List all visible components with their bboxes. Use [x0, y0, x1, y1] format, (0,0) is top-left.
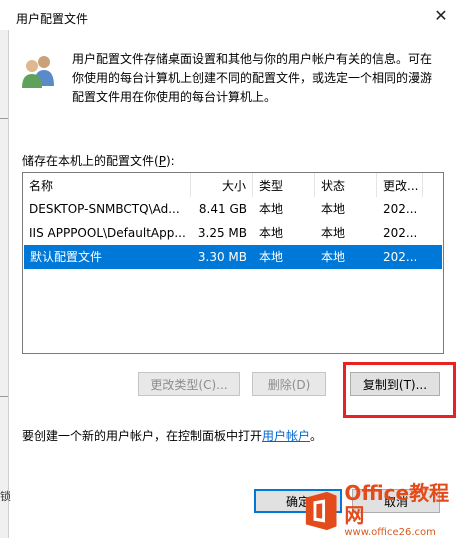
watermark: Office教程网 www.office26.com — [300, 481, 464, 538]
column-header-size[interactable]: 大小 — [191, 173, 253, 197]
row-name: DESKTOP-SNMBCTQ\Ad... — [29, 202, 180, 216]
office-logo-icon — [305, 491, 337, 531]
row-size: 3.30 MB — [197, 250, 247, 264]
column-header-status[interactable]: 状态 — [315, 173, 377, 197]
profiles-list[interactable]: 名称 大小 类型 状态 更改... DESKTOP-SNMBCTQ\Ad... … — [22, 172, 444, 354]
row-name: IIS APPPOOL\DefaultApp... — [29, 226, 186, 240]
row-modified: 202... — [383, 202, 418, 216]
row-modified: 202... — [383, 226, 418, 240]
row-name: 默认配置文件 — [30, 250, 103, 264]
create-account-text: 要创建一个新的用户帐户，在控制面板中打开用户帐户。 — [22, 429, 323, 443]
close-icon: ✕ — [434, 5, 448, 25]
row-size: 8.41 GB — [198, 202, 247, 216]
profiles-label: 储存在本机上的配置文件(P): — [22, 154, 175, 168]
row-modified: 202... — [383, 250, 418, 264]
row-size: 3.25 MB — [197, 226, 247, 240]
row-type: 本地 — [259, 226, 284, 240]
highlight-box — [343, 362, 456, 418]
row-status: 本地 — [321, 226, 346, 240]
column-header-name[interactable]: 名称 — [23, 173, 191, 197]
user-accounts-link[interactable]: 用户帐户 — [262, 429, 310, 443]
users-icon — [22, 56, 54, 88]
close-button[interactable]: ✕ — [418, 0, 464, 30]
background-window-strip: 锁 — [0, 30, 11, 538]
strip-divider — [0, 118, 8, 119]
column-header-modified[interactable]: 更改... — [377, 173, 423, 197]
watermark-title: Office教程网 — [344, 481, 450, 527]
strip-glyph: 锁 — [0, 490, 11, 503]
table-row[interactable]: IIS APPPOOL\DefaultApp... 3.25 MB 本地 本地 … — [23, 221, 443, 245]
delete-button[interactable]: 删除(D) — [252, 372, 326, 396]
table-row[interactable]: DESKTOP-SNMBCTQ\Ad... 8.41 GB 本地 本地 202.… — [23, 197, 443, 221]
column-header-type[interactable]: 类型 — [253, 173, 315, 197]
row-status: 本地 — [321, 250, 346, 264]
list-header: 名称 大小 类型 状态 更改... — [23, 173, 443, 197]
info-text: 用户配置文件存储桌面设置和其他与你的用户帐户有关的信息。可在你使用的每台计算机上… — [72, 52, 433, 104]
change-type-button[interactable]: 更改类型(C)... — [138, 372, 240, 396]
row-type: 本地 — [259, 250, 284, 264]
table-row-selected[interactable]: 默认配置文件 3.30 MB 本地 本地 202... — [24, 245, 442, 269]
strip-divider — [0, 396, 8, 397]
row-status: 本地 — [321, 202, 346, 216]
window-title: 用户配置文件 — [16, 12, 89, 26]
row-type: 本地 — [259, 202, 284, 216]
